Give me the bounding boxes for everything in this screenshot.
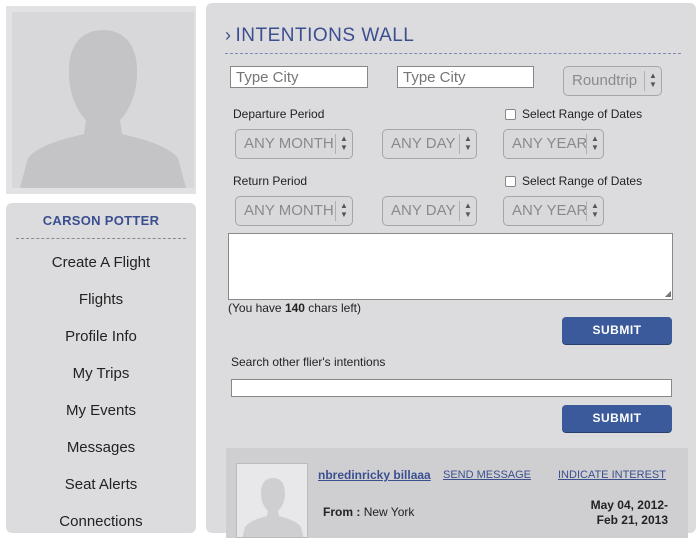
select-arrows-icon: ▲ ▼ (459, 134, 476, 154)
return-range-label: Select Range of Dates (522, 174, 643, 188)
select-arrows-icon: ▲ ▼ (644, 71, 661, 91)
select-arrows-icon: ▲ ▼ (459, 201, 476, 221)
departure-year-select[interactable]: ANY YEAR ▲ ▼ (503, 129, 604, 159)
return-year-value: ANY YEAR (512, 202, 588, 219)
profile-divider (16, 238, 186, 239)
select-arrows-icon: ▲ ▼ (335, 201, 352, 221)
menu-flights[interactable]: Flights (6, 291, 196, 308)
departure-day-select[interactable]: ANY DAY ▲ ▼ (382, 129, 477, 159)
send-message-link[interactable]: SEND MESSAGE (443, 469, 531, 481)
departure-year-value: ANY YEAR (512, 135, 588, 152)
result-avatar (236, 463, 308, 538)
title-divider (225, 53, 681, 54)
chars-left-count: 140 (284, 301, 305, 315)
chevron-right-icon: › (225, 25, 232, 45)
return-day-select[interactable]: ANY DAY ▲ ▼ (382, 196, 477, 226)
search-intentions-label: Search other flier's intentions (231, 355, 386, 369)
intentions-wall-panel: ›INTENTIONS WALL Roundtrip ▲▼ Departure … (206, 3, 696, 538)
chars-left-text: (You have 140 chars left) (228, 301, 361, 315)
menu-my-trips[interactable]: My Trips (6, 365, 196, 382)
result-date-start: May 04, 2012- (590, 498, 668, 512)
to-city-input[interactable] (397, 66, 534, 88)
return-day-value: ANY DAY (391, 202, 456, 219)
search-intentions-input[interactable] (231, 379, 672, 397)
departure-day-value: ANY DAY (391, 135, 456, 152)
profile-photo-frame (6, 6, 196, 194)
departure-range-checkbox[interactable] (505, 109, 516, 120)
departure-period-label: Departure Period (233, 107, 325, 121)
departure-month-select[interactable]: ANY MONTH ▲ ▼ (235, 129, 353, 159)
result-from-label: From : (323, 505, 361, 519)
menu-my-events[interactable]: My Events (6, 402, 196, 419)
return-year-select[interactable]: ANY YEAR ▲ ▼ (503, 196, 604, 226)
resize-handle-icon[interactable]: ◢ (665, 289, 671, 298)
profile-menu-panel: CARSON POTTER Create A Flight Flights Pr… (6, 203, 196, 533)
avatar-silhouette-icon (12, 12, 194, 188)
result-from: From : New York (323, 505, 414, 519)
departure-month-value: ANY MONTH (244, 135, 334, 152)
departure-range-label: Select Range of Dates (522, 107, 643, 121)
select-arrows-icon: ▲ ▼ (586, 134, 603, 154)
submit-search-button[interactable]: SUBMIT (562, 405, 672, 432)
result-date-end: Feb 21, 2013 (596, 513, 668, 527)
intention-result-card: nbredinricky billaaa SEND MESSAGE INDICA… (226, 448, 688, 538)
select-arrows-icon: ▲ ▼ (335, 134, 352, 154)
intention-textarea[interactable]: ◢ (228, 233, 673, 300)
chars-left-suffix: chars left) (304, 301, 361, 315)
menu-connections[interactable]: Connections (6, 513, 196, 530)
page-title: › INTENTIONS WALL (225, 25, 414, 47)
menu-seat-alerts[interactable]: Seat Alerts (6, 476, 196, 493)
chars-left-prefix: (You have (228, 301, 285, 315)
menu-messages[interactable]: Messages (6, 439, 196, 456)
result-user-link[interactable]: nbredinricky billaaa (318, 468, 431, 482)
avatar-silhouette-icon (237, 464, 307, 537)
from-city-input[interactable] (230, 66, 368, 88)
trip-type-select[interactable]: Roundtrip ▲ ▼ (563, 66, 662, 96)
return-range-checkbox[interactable] (505, 176, 516, 187)
submit-intention-button[interactable]: SUBMIT (562, 317, 672, 344)
return-period-label: Return Period (233, 174, 308, 188)
indicate-interest-link[interactable]: INDICATE INTEREST (558, 469, 666, 481)
profile-photo (12, 12, 194, 188)
result-from-value: New York (363, 505, 415, 519)
menu-create-a-flight[interactable]: Create A Flight (6, 254, 196, 271)
return-month-value: ANY MONTH (244, 202, 334, 219)
select-arrows-icon: ▲ ▼ (586, 201, 603, 221)
trip-type-value: Roundtrip (572, 72, 638, 89)
return-month-select[interactable]: ANY MONTH ▲ ▼ (235, 196, 353, 226)
menu-profile-info[interactable]: Profile Info (6, 328, 196, 345)
profile-name: CARSON POTTER (42, 213, 160, 228)
page-title-text: INTENTIONS WALL (235, 25, 415, 46)
